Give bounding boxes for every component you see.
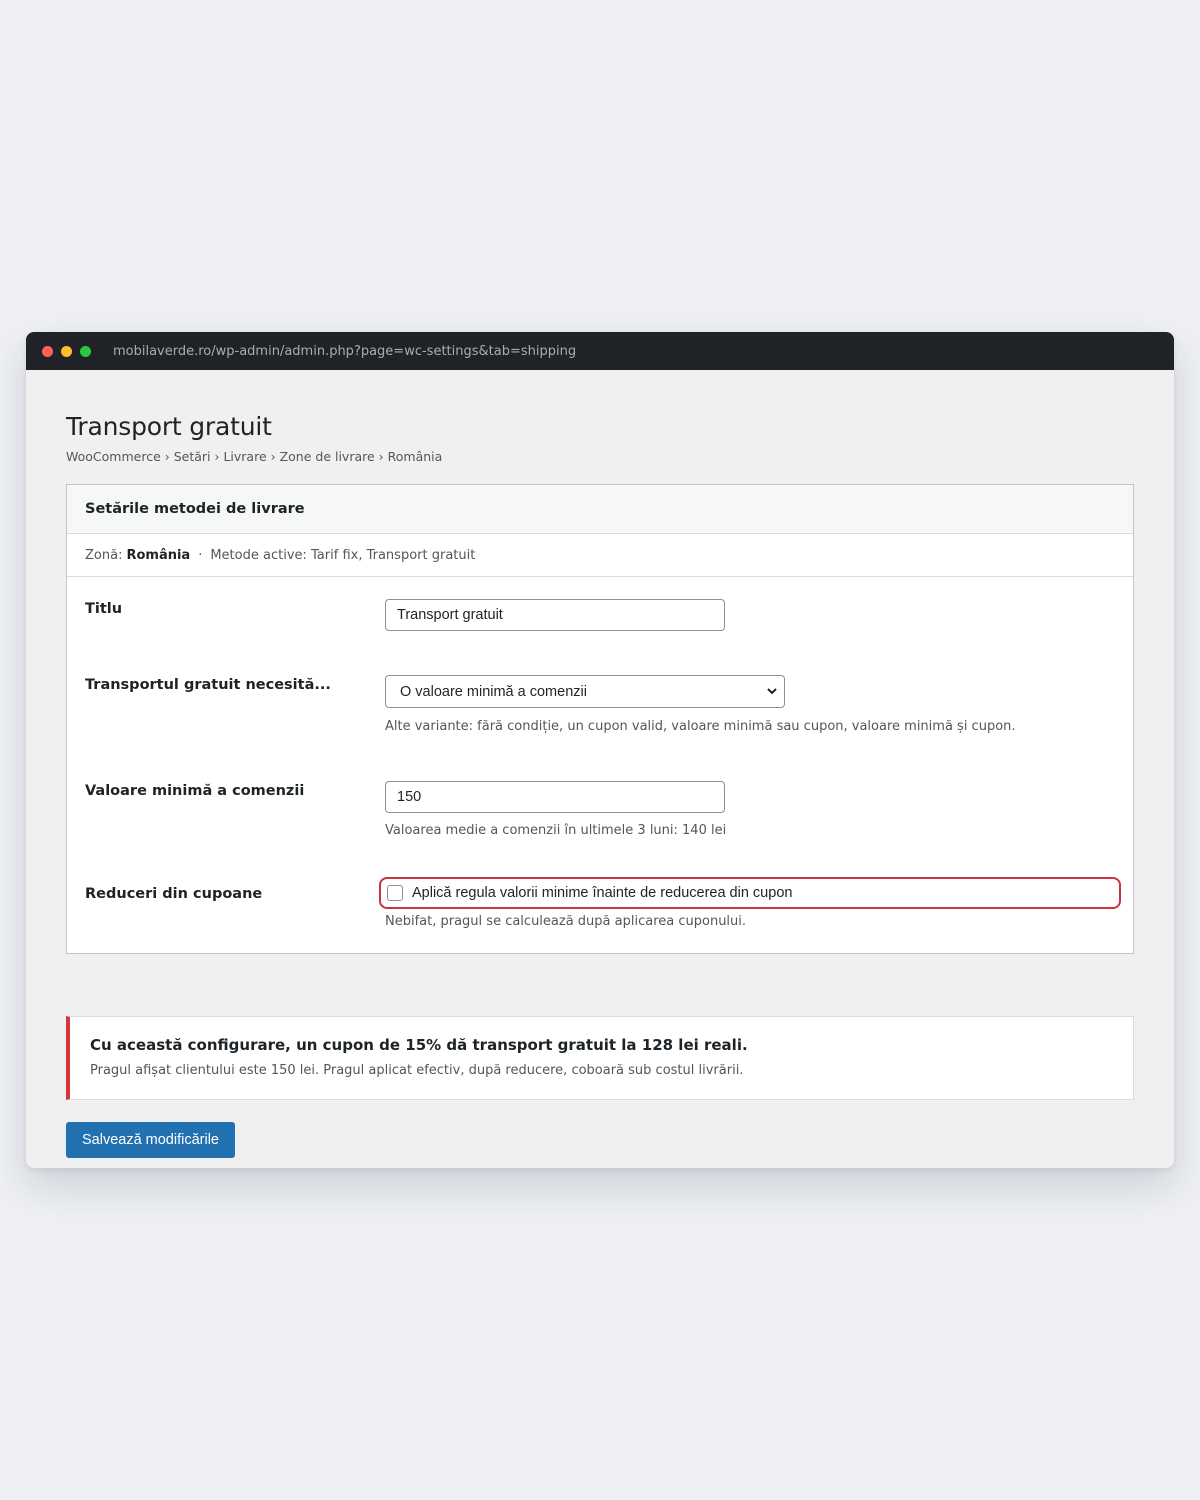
requires-help: Alte variante: fără condiție, un cupon v… [385, 719, 1016, 734]
breadcrumb: WooCommerce › Setări › Livrare › Zone de… [66, 449, 443, 464]
requires-select-value: O valoare minimă a comenzii [400, 683, 587, 700]
coupon-rule-checkbox[interactable] [387, 885, 403, 901]
zone-info-row: Zonă: România · Metode active: Tarif fix… [67, 534, 1133, 577]
zone-label: Zonă: [85, 547, 123, 563]
coupon-rule-checkbox-label[interactable]: Aplică regula valorii minime înainte de … [412, 885, 792, 901]
notice-title: Cu această configurare, un cupon de 15% … [90, 1036, 748, 1054]
title-input[interactable]: Transport gratuit [385, 599, 725, 631]
minimize-window-button[interactable] [61, 345, 72, 357]
active-methods: Metode active: Tarif fix, Transport grat… [210, 547, 476, 563]
zone-separator: · [198, 547, 203, 563]
min-amount-input[interactable]: 150 [385, 781, 725, 813]
maximize-window-button[interactable] [80, 345, 91, 357]
browser-window: mobilaverde.ro/wp-admin/admin.php?page=w… [26, 332, 1174, 1168]
requires-select[interactable]: O valoare minimă a comenzii [385, 675, 785, 708]
title-label: Titlu [85, 601, 123, 617]
shipping-method-settings-card: Setările metodei de livrare Zonă: Români… [66, 484, 1134, 954]
address-bar[interactable]: mobilaverde.ro/wp-admin/admin.php?page=w… [113, 344, 576, 359]
zone-value: România [126, 547, 191, 563]
coupons-help: Nebifat, pragul se calculează după aplic… [385, 914, 747, 929]
warning-notice: Cu această configurare, un cupon de 15% … [66, 1016, 1134, 1100]
page-title: Transport gratuit [66, 412, 272, 441]
min-amount-label: Valoare minimă a comenzii [85, 783, 305, 799]
coupon-checkbox-highlight: Aplică regula valorii minime înainte de … [379, 877, 1121, 909]
close-window-button[interactable] [42, 345, 53, 357]
notice-text: Pragul afișat clientului este 150 lei. P… [90, 1063, 744, 1078]
save-button[interactable]: Salvează modificările [66, 1122, 235, 1158]
min-amount-help: Valoarea medie a comenzii în ultimele 3 … [385, 823, 727, 838]
browser-titlebar: mobilaverde.ro/wp-admin/admin.php?page=w… [26, 332, 1174, 370]
chevron-down-icon [767, 688, 777, 695]
card-header: Setările metodei de livrare [67, 485, 1133, 534]
requires-label: Transportul gratuit necesită... [85, 677, 331, 693]
coupons-label: Reduceri din cupoane [85, 886, 263, 902]
